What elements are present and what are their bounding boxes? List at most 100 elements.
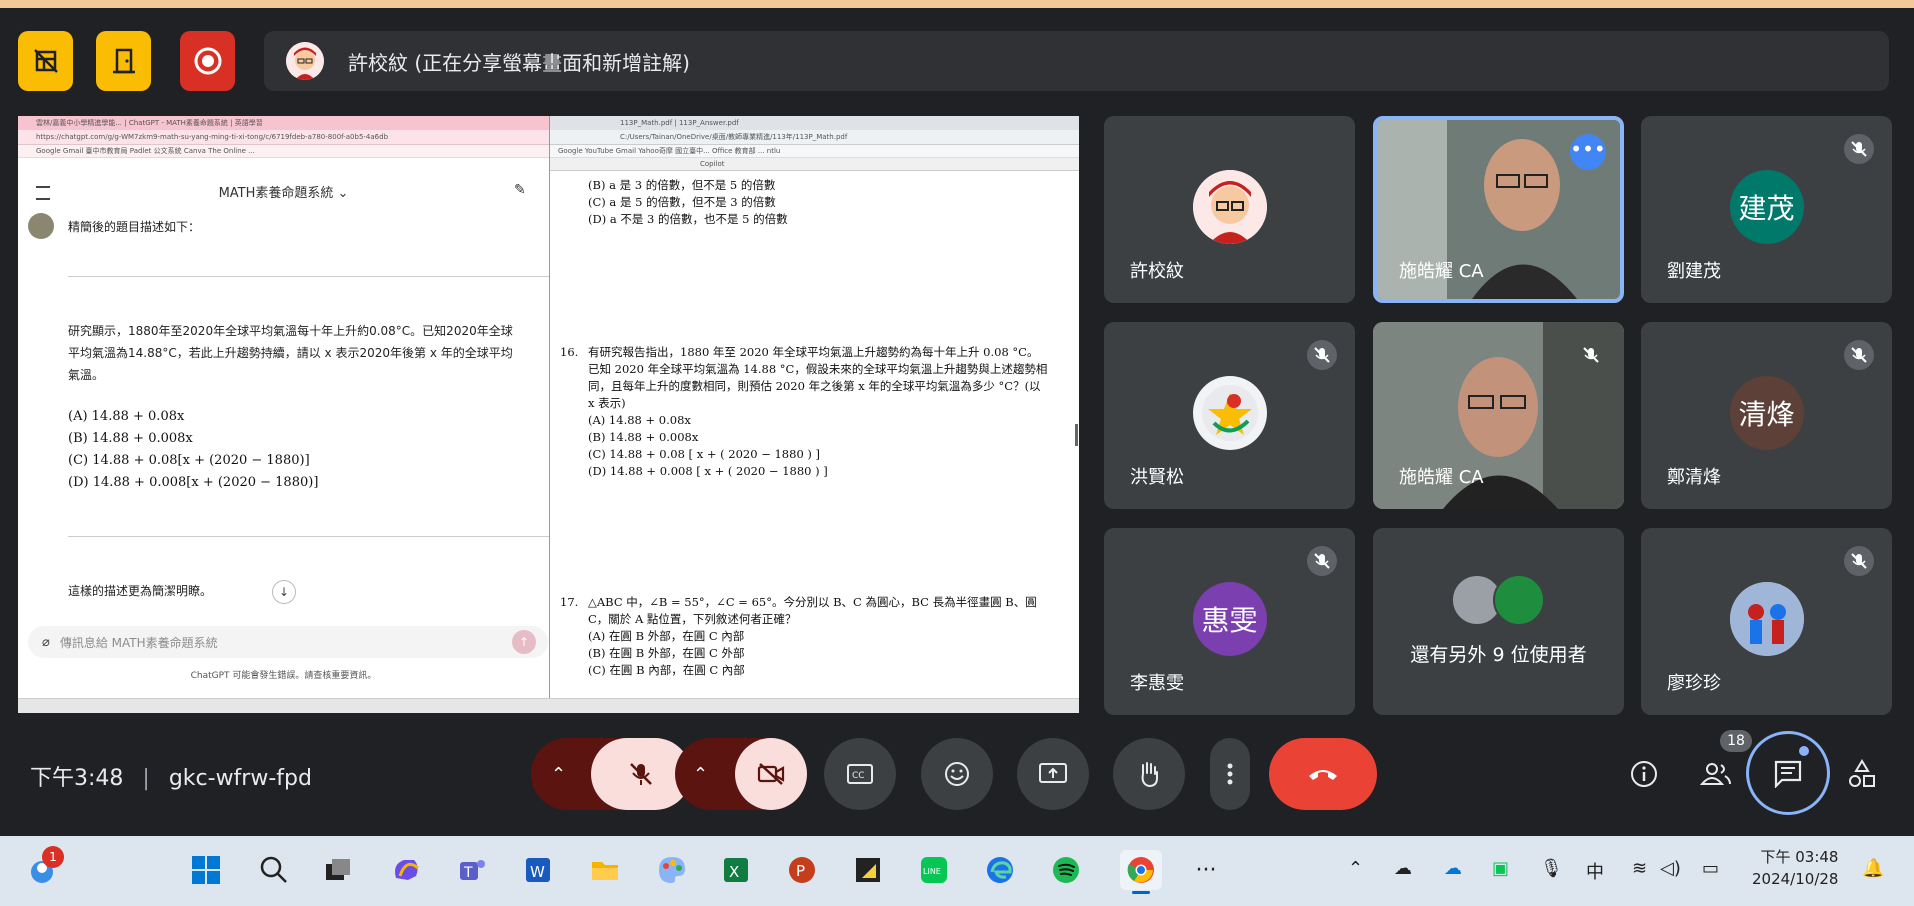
send-icon[interactable]: ↑ [512, 630, 536, 654]
reactions-button[interactable] [921, 738, 993, 810]
cloud-icon[interactable]: ☁ [1394, 858, 1412, 879]
bookmarks-bar[interactable]: Google YouTube Gmail Yahoo奇摩 國立臺中... Off… [550, 145, 1079, 158]
pdf-window[interactable]: 113P_Math.pdf | 113P_Answer.pdf C:/Users… [549, 116, 1079, 713]
layout-off-icon [33, 49, 58, 73]
message-placeholder: 傳訊息給 MATH素養命題系統 [59, 635, 218, 650]
svg-text:CC: CC [852, 771, 865, 781]
disclaimer: ChatGPT 可能會發生錯誤。請查核重要資訊。 [190, 671, 377, 681]
excel-icon[interactable]: X [716, 850, 756, 890]
sticky-notes-icon[interactable] [848, 850, 888, 890]
volume-icon[interactable]: ◁) [1660, 858, 1681, 879]
activities-button[interactable] [1842, 754, 1882, 794]
spotify-icon[interactable] [1046, 850, 1086, 890]
task-view-icon[interactable] [318, 850, 358, 890]
option-b: (B) 14.88 + 0.008x [68, 431, 193, 446]
camera-toggle-button[interactable] [735, 738, 807, 810]
top-strip [0, 0, 1914, 8]
address-bar[interactable]: C:/Users/Tainan/OneDrive/桌面/教師專業精進/113年/… [550, 130, 1079, 145]
chevron-up-icon[interactable]: ⌃ [693, 764, 708, 785]
address-bar[interactable]: https://chatgpt.com/g/g-WM7zkm9-math-su-… [18, 130, 549, 145]
avatar [1192, 170, 1267, 244]
layout-off-button[interactable] [18, 31, 73, 91]
clock-time: 下午 03:48 [1760, 848, 1839, 866]
participant-tile[interactable]: 建茂 劉建茂 [1641, 116, 1892, 303]
record-icon [194, 47, 221, 75]
browser-tabs[interactable]: 113P_Math.pdf | 113P_Answer.pdf [550, 116, 1079, 130]
word-icon[interactable]: W [518, 850, 558, 890]
powerpoint-icon[interactable]: P [782, 850, 822, 890]
chat-button[interactable] [1746, 731, 1830, 815]
more-participants-label: 還有另外 9 位使用者 [1410, 644, 1587, 666]
presenter-banner: 許校紋 (正在分享螢幕畫面和新增註解) [264, 31, 1889, 91]
raise-hand-button[interactable] [1113, 738, 1185, 810]
present-screen-icon [1039, 763, 1067, 783]
svg-text:W: W [530, 863, 545, 881]
edge-icon[interactable] [980, 850, 1020, 890]
breakout-room-button[interactable] [96, 31, 151, 91]
teams-icon[interactable]: T [452, 850, 492, 890]
new-chat-icon[interactable]: ✎ [514, 182, 526, 198]
chevron-up-icon[interactable]: ⌃ [1348, 858, 1363, 879]
line-tray-icon[interactable]: ▣ [1492, 858, 1509, 879]
pdf-scrollbar[interactable] [1075, 424, 1078, 446]
onedrive-icon[interactable]: ☁ [1444, 858, 1462, 879]
clock[interactable]: 下午 03:48 2024/10/28 [1752, 846, 1838, 890]
presenter-text: 許校紋 (正在分享螢幕畫面和新增註解) [348, 50, 690, 75]
ime-indicator[interactable]: 中 [1586, 858, 1604, 884]
chevron-up-icon[interactable]: ⌃ [551, 764, 566, 785]
presenter-avatar [286, 42, 324, 80]
meeting-details-button[interactable] [1624, 754, 1664, 794]
browser-tabs[interactable]: 雲林/嘉義中小學精進學能... | ChatGPT - MATH素養命題系統 |… [18, 116, 549, 130]
svg-text:X: X [729, 863, 739, 881]
notification-bell-icon[interactable]: 🔔 [1862, 858, 1884, 879]
participant-tile-active[interactable]: ••• 施皓耀 CA [1373, 116, 1624, 303]
response-options: (A) 14.88 + 0.08x (B) 14.88 + 0.008x (C)… [68, 406, 318, 494]
leave-call-button[interactable] [1269, 738, 1377, 810]
message-input[interactable]: ⌀ 傳訊息給 MATH素養命題系統 ↑ [28, 626, 548, 658]
participant-tile[interactable]: 施皓耀 CA [1373, 322, 1624, 509]
chrome-icon[interactable] [1120, 850, 1162, 894]
wifi-icon[interactable]: ≋ [1632, 858, 1647, 879]
pdf-toolbar[interactable]: Copilot [550, 158, 1079, 171]
participant-tile[interactable]: 清烽 鄭清烽 [1641, 322, 1892, 509]
present-button[interactable] [1017, 738, 1089, 810]
option-c: (C) 14.88 + 0.08[x + (2020 − 1880)] [68, 453, 310, 468]
avatar: 建茂 [1729, 170, 1804, 244]
windows-taskbar: 1 T W X P LINE ··· ⌃ ☁ ☁ ▣ 🎙 中 ≋ ◁) ▭ 下午… [0, 836, 1914, 906]
response-intro: 精簡後的題目描述如下： [68, 220, 201, 234]
copilot-icon[interactable] [386, 850, 426, 890]
more-vert-icon [1227, 763, 1233, 785]
scroll-down-button[interactable]: ↓ [272, 580, 296, 604]
line-icon[interactable]: LINE [914, 850, 954, 890]
mic-control[interactable]: ⌃ [531, 738, 691, 810]
bookmarks-bar[interactable]: Google Gmail 臺中市教育局 Padlet 公文系統 Canva Th… [18, 145, 549, 158]
divider [68, 276, 550, 277]
notification-badge: 1 [42, 846, 64, 868]
attach-icon[interactable]: ⌀ [42, 635, 50, 650]
more-options-icon[interactable]: ••• [1570, 134, 1606, 170]
participant-tile[interactable]: 洪賢松 [1104, 322, 1355, 509]
search-icon[interactable] [254, 850, 294, 890]
paint-icon[interactable] [652, 850, 692, 890]
people-button[interactable] [1696, 754, 1736, 794]
mic-off-icon [1844, 340, 1874, 370]
camera-control[interactable]: ⌃ [675, 738, 807, 810]
more-options-button[interactable] [1210, 738, 1250, 810]
chatgpt-window[interactable]: 雲林/嘉義中小學精進學能... | ChatGPT - MATH素養命題系統 |… [18, 116, 550, 713]
participant-tile[interactable]: 許校紋 [1104, 116, 1355, 303]
start-icon[interactable] [186, 850, 226, 890]
participant-tile[interactable]: 廖珍珍 [1641, 528, 1892, 715]
recording-button[interactable] [180, 31, 235, 91]
gpt-title[interactable]: MATH素養命題系統 ⌄ [18, 182, 549, 201]
more-apps-icon[interactable]: ··· [1186, 850, 1226, 890]
participant-name: 洪賢松 [1130, 467, 1184, 488]
battery-icon[interactable]: ▭ [1702, 858, 1719, 879]
participant-tile[interactable]: 惠雯 李惠雯 [1104, 528, 1355, 715]
mic-off-icon [630, 763, 652, 785]
participant-name: 許校紋 [1130, 261, 1184, 282]
captions-button[interactable]: CC [824, 738, 896, 810]
file-explorer-icon[interactable] [585, 850, 625, 890]
shared-screen[interactable]: 雲林/嘉義中小學精進學能... | ChatGPT - MATH素養命題系統 |… [18, 116, 1079, 713]
microphone-icon[interactable]: 🎙 [1540, 858, 1563, 879]
more-participants-tile[interactable]: 還有另外 9 位使用者 [1373, 528, 1624, 715]
